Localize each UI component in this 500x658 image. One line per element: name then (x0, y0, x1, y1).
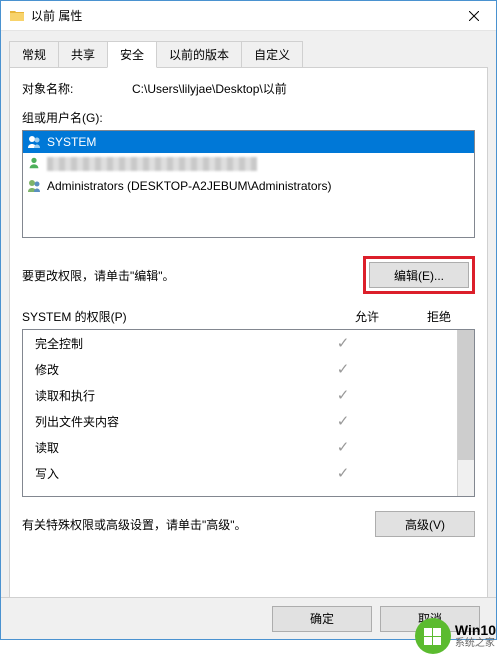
user-item-administrators[interactable]: Administrators (DESKTOP-A2JEBUM\Administ… (23, 175, 474, 197)
perm-name: 读取 (29, 439, 307, 456)
edit-row: 要更改权限，请单击"编辑"。 编辑(E)... (22, 256, 475, 294)
titlebar: 以前 属性 (1, 1, 496, 31)
permissions-header: SYSTEM 的权限(P) 允许 拒绝 (22, 308, 475, 325)
object-name-row: 对象名称: C:\Users\lilyjae\Desktop\以前 (22, 80, 475, 97)
advanced-button[interactable]: 高级(V) (375, 511, 475, 537)
advanced-hint: 有关特殊权限或高级设置，请单击"高级"。 (22, 516, 247, 533)
window-title: 以前 属性 (31, 7, 451, 24)
permissions-label: SYSTEM 的权限(P) (22, 308, 331, 325)
perm-allow: ✓ (307, 438, 379, 456)
check-icon: ✓ (337, 465, 350, 482)
allow-header: 允许 (331, 308, 403, 325)
tab-sharing[interactable]: 共享 (58, 41, 108, 67)
edit-hint: 要更改权限，请单击"编辑"。 (22, 267, 175, 284)
perm-allow: ✓ (307, 412, 379, 430)
user-name: SYSTEM (47, 135, 96, 149)
tab-general[interactable]: 常规 (9, 41, 59, 67)
perm-name: 读取和执行 (29, 387, 307, 404)
properties-dialog: 以前 属性 常规 共享 安全 以前的版本 自定义 对象名称: C:\Users\… (0, 0, 497, 640)
perm-allow: ✓ (307, 360, 379, 378)
perm-allow: ✓ (307, 386, 379, 404)
watermark-line2: 系统之家 (455, 638, 496, 650)
check-icon: ✓ (337, 335, 350, 352)
redacted-username (47, 157, 257, 171)
user-item-system[interactable]: SYSTEM (23, 131, 474, 153)
edit-button[interactable]: 编辑(E)... (369, 262, 469, 288)
watermark: Win10 系统之家 (411, 614, 500, 658)
check-icon: ✓ (337, 439, 350, 456)
group-icon (27, 134, 43, 150)
check-icon: ✓ (337, 361, 350, 378)
perm-allow: ✓ (307, 464, 379, 482)
edit-button-highlight: 编辑(E)... (363, 256, 475, 294)
tab-strip: 常规 共享 安全 以前的版本 自定义 (9, 41, 488, 67)
perm-name: 列出文件夹内容 (29, 413, 307, 430)
tab-security[interactable]: 安全 (107, 41, 157, 68)
close-button[interactable] (451, 1, 496, 31)
ok-button[interactable]: 确定 (272, 606, 372, 632)
perm-row[interactable]: 修改 ✓ (23, 356, 457, 382)
user-list[interactable]: SYSTEM Administrators (DESKTOP-A2JEBUM\A… (22, 130, 475, 238)
perm-name: 修改 (29, 361, 307, 378)
permissions-list: 完全控制 ✓ 修改 ✓ 读取和执行 ✓ 列出文件夹内容 ✓ (22, 329, 475, 497)
perm-row[interactable]: 读取 ✓ (23, 434, 457, 460)
tab-custom[interactable]: 自定义 (241, 41, 303, 67)
groups-label: 组或用户名(G): (22, 109, 475, 126)
user-item-redacted[interactable] (23, 153, 474, 175)
object-path: C:\Users\lilyjae\Desktop\以前 (132, 80, 475, 97)
watermark-logo-icon (415, 618, 451, 654)
user-icon (27, 156, 43, 172)
user-name: Administrators (DESKTOP-A2JEBUM\Administ… (47, 179, 332, 193)
deny-header: 拒绝 (403, 308, 475, 325)
scrollbar[interactable] (457, 330, 474, 496)
watermark-text: Win10 系统之家 (455, 622, 496, 651)
perm-row[interactable]: 列出文件夹内容 ✓ (23, 408, 457, 434)
group-icon (27, 178, 43, 194)
advanced-row: 有关特殊权限或高级设置，请单击"高级"。 高级(V) (22, 511, 475, 537)
folder-icon (9, 8, 25, 24)
perm-name: 完全控制 (29, 335, 307, 352)
perm-name: 写入 (29, 465, 307, 482)
check-icon: ✓ (337, 387, 350, 404)
watermark-line1: Win10 (455, 622, 496, 639)
scrollbar-thumb[interactable] (458, 330, 474, 460)
object-name-label: 对象名称: (22, 80, 132, 97)
perm-row[interactable]: 读取和执行 ✓ (23, 382, 457, 408)
perm-row[interactable]: 写入 ✓ (23, 460, 457, 486)
perm-row[interactable]: 完全控制 ✓ (23, 330, 457, 356)
security-panel: 对象名称: C:\Users\lilyjae\Desktop\以前 组或用户名(… (9, 67, 488, 615)
check-icon: ✓ (337, 413, 350, 430)
perm-allow: ✓ (307, 334, 379, 352)
tab-previous-versions[interactable]: 以前的版本 (156, 41, 242, 67)
